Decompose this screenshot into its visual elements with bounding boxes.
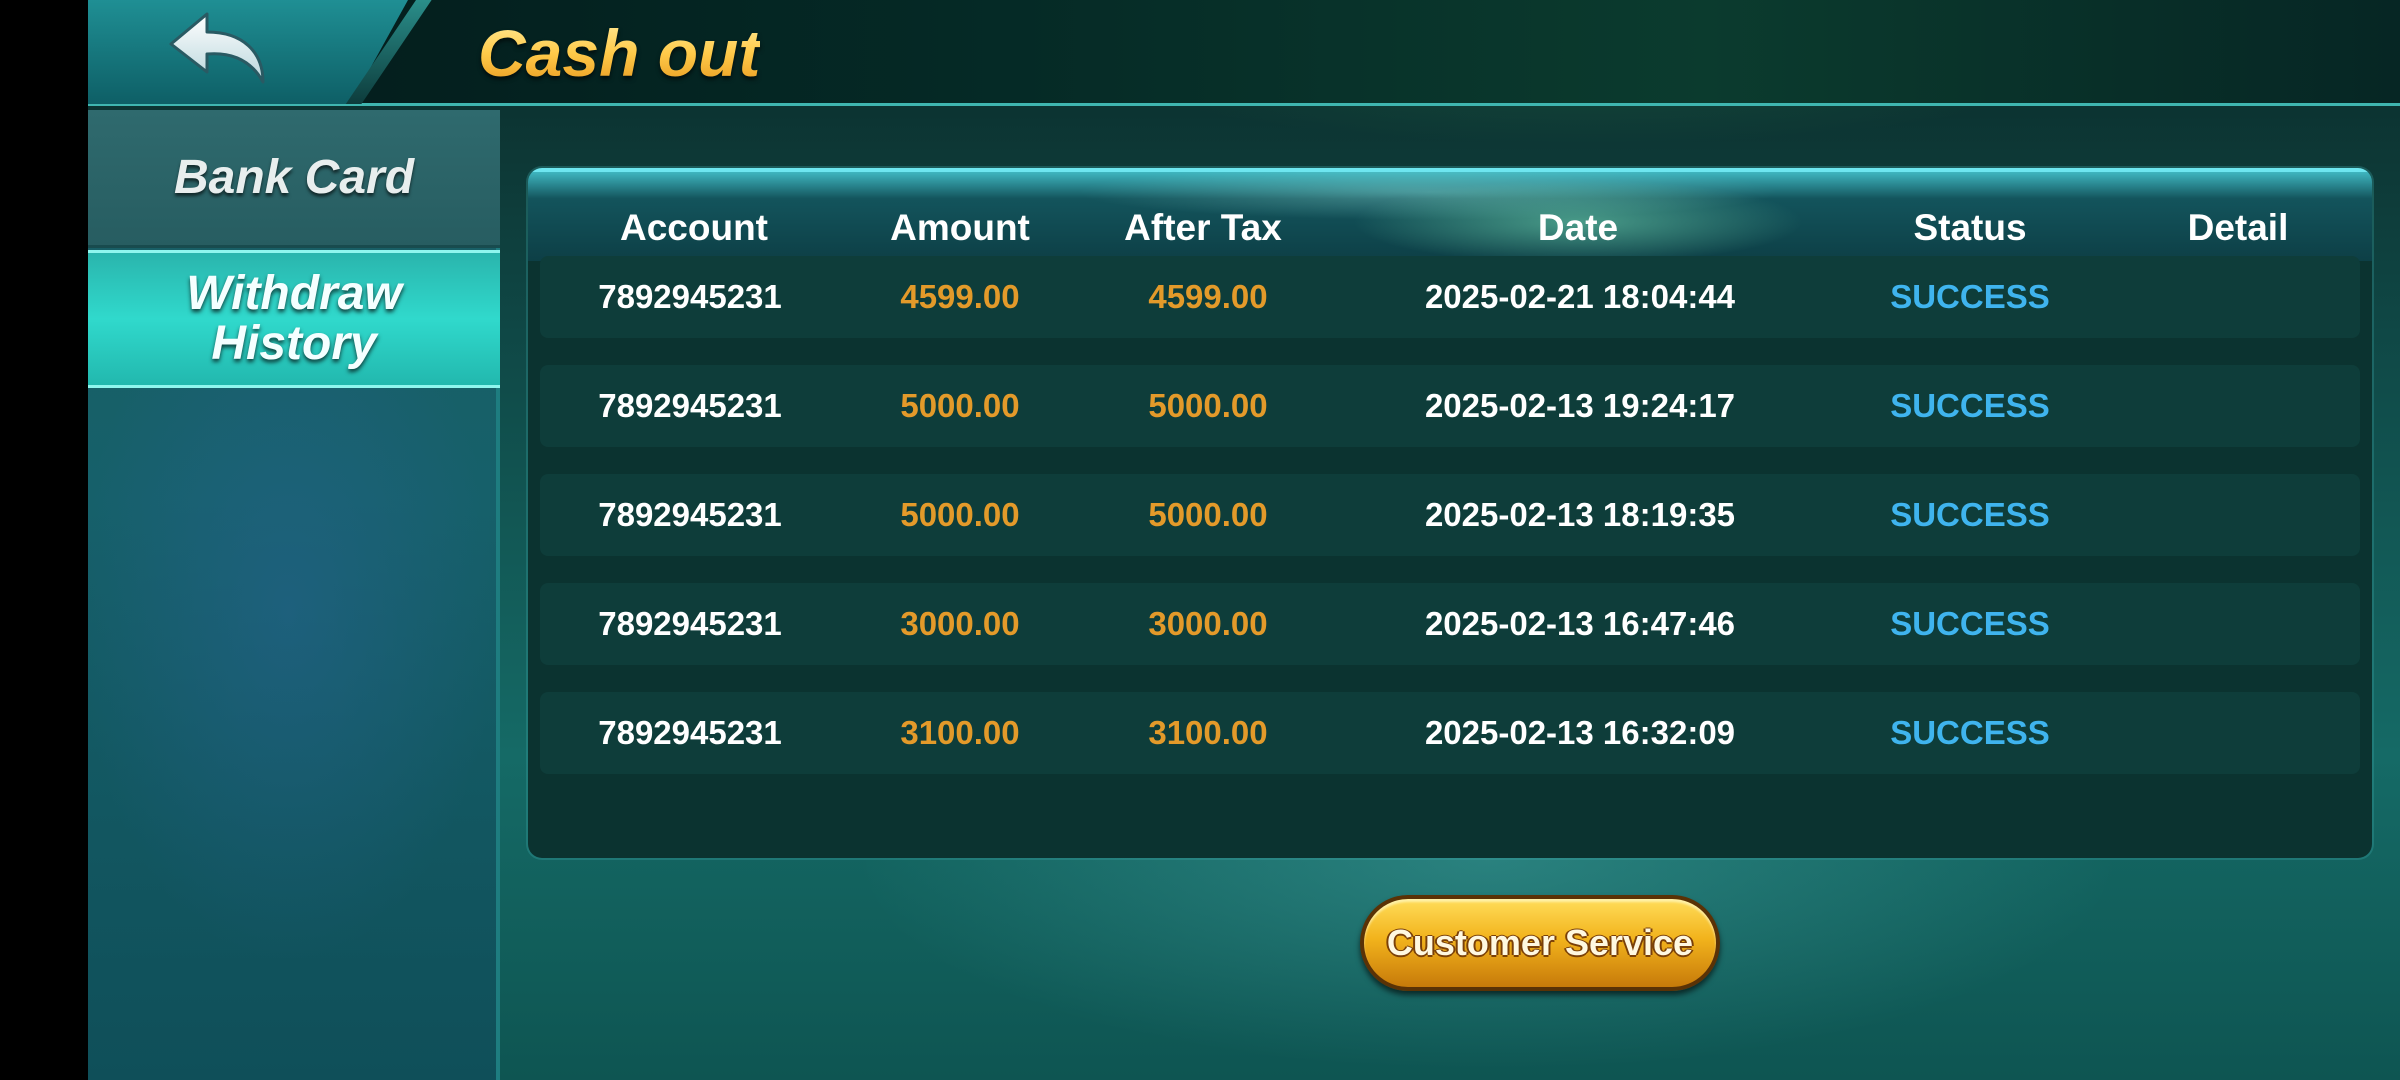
detail-cell[interactable] [2140,692,2360,774]
back-button[interactable] [150,8,290,88]
sidebar-item-withdraw-history[interactable]: Withdraw History [88,250,500,388]
after-tax-cell: 3000.00 [1148,605,1268,642]
sidebar-item-label: Withdraw History [186,269,402,369]
column-header-date: Date [1537,207,1619,248]
customer-service-label: Customer Service [1386,922,1694,963]
after-tax-cell: 3100.00 [1148,714,1268,751]
account-cell: 7892945231 [598,605,782,642]
date-cell: 2025-02-13 19:24:17 [1424,387,1736,424]
main-content: Account Amount After Tax Date Status Det… [500,110,2400,1080]
status-cell: SUCCESS [1890,387,2050,424]
status-cell: SUCCESS [1890,278,2050,315]
date-cell: 2025-02-13 16:32:09 [1424,714,1736,751]
amount-cell: 5000.00 [900,496,1020,533]
detail-cell[interactable] [2140,256,2360,338]
back-arrow-icon [169,12,265,84]
withdraw-history-table: Account Amount After Tax Date Status Det… [528,168,2372,858]
status-cell: SUCCESS [1890,496,2050,533]
column-header-amount: Amount [890,207,1030,248]
detail-cell[interactable] [2140,474,2360,556]
table-header: Account Amount After Tax Date Status Det… [528,168,2372,261]
status-cell: SUCCESS [1890,714,2050,751]
column-header-detail: Detail [2187,207,2289,248]
table-row[interactable]: 7892945231 5000.00 5000.00 2025-02-13 18… [540,474,2360,556]
amount-cell: 3000.00 [900,605,1020,642]
customer-service-button[interactable]: Customer Service [1360,895,1720,991]
detail-cell[interactable] [2140,583,2360,665]
detail-cell[interactable] [2140,365,2360,447]
table-row[interactable]: 7892945231 4599.00 4599.00 2025-02-21 18… [540,256,2360,338]
column-header-status: Status [1913,207,2027,248]
header-bar: Cash out [88,0,2400,106]
date-cell: 2025-02-13 18:19:35 [1424,496,1736,533]
sidebar-item-label-line1: Withdraw [186,267,402,320]
status-cell: SUCCESS [1890,605,2050,642]
after-tax-cell: 5000.00 [1148,496,1268,533]
sidebar-item-label-line2: History [211,317,377,370]
after-tax-cell: 4599.00 [1148,278,1268,315]
sidebar-item-label: Bank Card [173,150,415,204]
column-header-after-tax: After Tax [1124,207,1282,248]
after-tax-cell: 5000.00 [1148,387,1268,424]
cash-out-screen: Cash out Bank Card Withdraw History Acco… [88,0,2400,1080]
screen-edge-bar [0,0,88,1080]
account-cell: 7892945231 [598,387,782,424]
sidebar: Bank Card Withdraw History [88,110,500,1080]
table-row[interactable]: 7892945231 3100.00 3100.00 2025-02-13 16… [540,692,2360,774]
account-cell: 7892945231 [598,714,782,751]
date-cell: 2025-02-13 16:47:46 [1424,605,1736,642]
table-row[interactable]: 7892945231 5000.00 5000.00 2025-02-13 19… [540,365,2360,447]
account-cell: 7892945231 [598,278,782,315]
table-row[interactable]: 7892945231 3000.00 3000.00 2025-02-13 16… [540,583,2360,665]
account-cell: 7892945231 [598,496,782,533]
sidebar-item-bank-card[interactable]: Bank Card [88,110,500,248]
date-cell: 2025-02-21 18:04:44 [1424,278,1736,315]
amount-cell: 3100.00 [900,714,1020,751]
amount-cell: 4599.00 [900,278,1020,315]
page-title: Cash out [478,8,760,98]
amount-cell: 5000.00 [900,387,1020,424]
column-header-account: Account [620,207,768,248]
